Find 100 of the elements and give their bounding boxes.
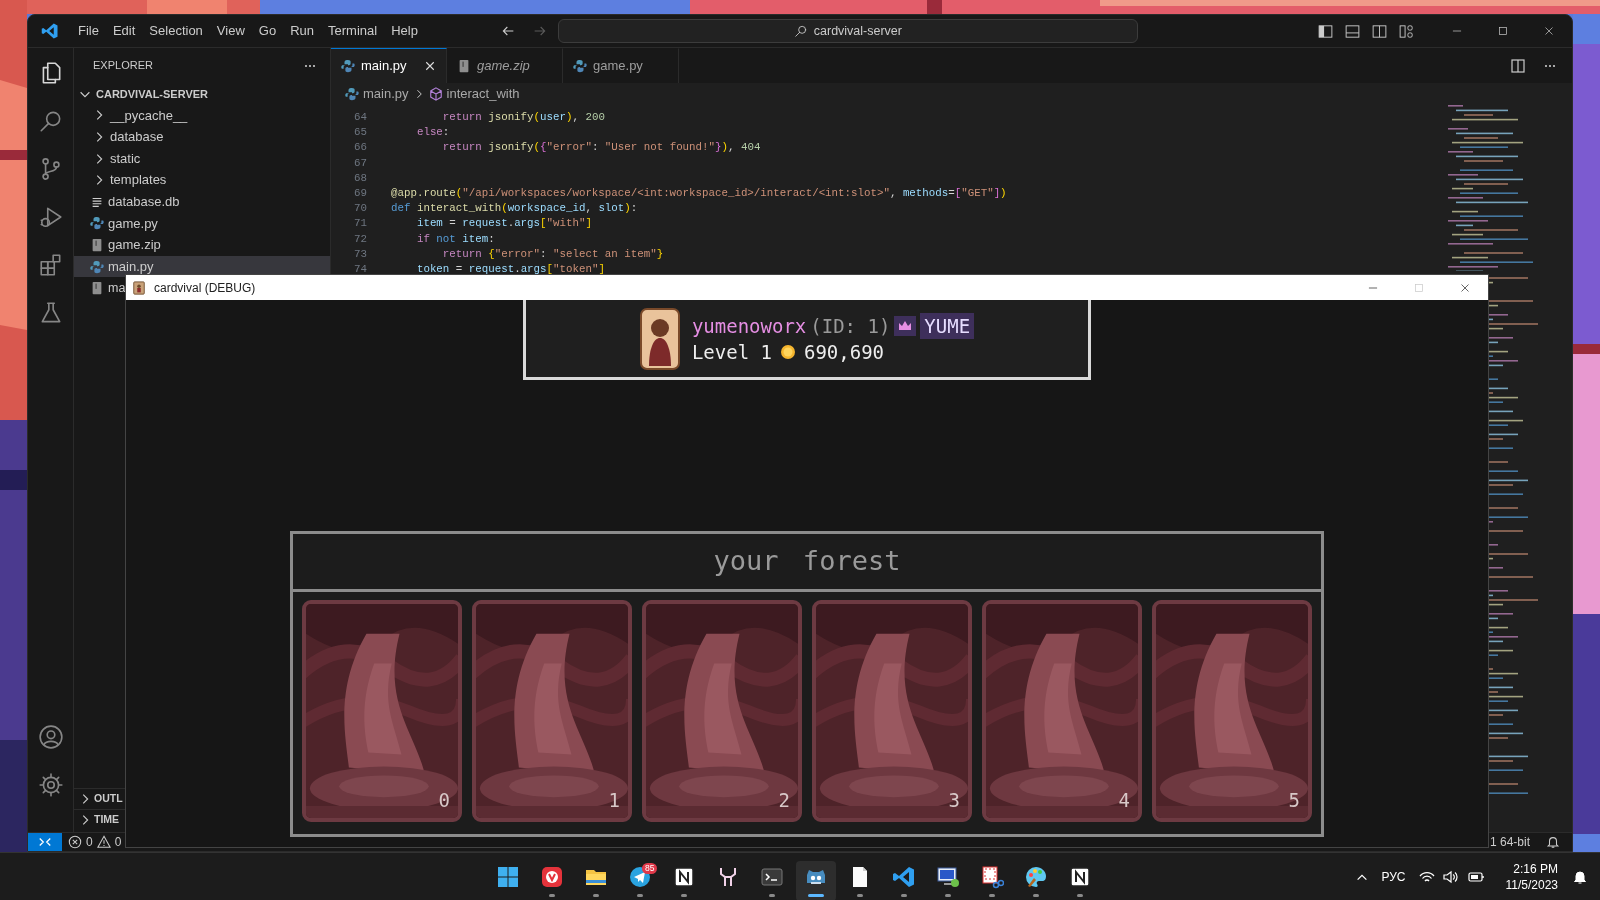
panel-right-icon[interactable]	[1371, 22, 1388, 40]
split-icon[interactable]	[1510, 57, 1526, 74]
python-icon	[573, 59, 587, 73]
slot-number: 0	[438, 787, 450, 813]
account-icon[interactable]	[37, 724, 64, 750]
tab-label[interactable]: game.py	[593, 56, 668, 76]
avatar	[639, 307, 680, 370]
menu-item[interactable]: Selection	[142, 19, 210, 43]
card[interactable]: 5	[1152, 600, 1312, 822]
file-name[interactable]: ma	[108, 278, 126, 298]
file-name[interactable]: static	[110, 148, 141, 169]
line-number: 66	[353, 140, 367, 156]
close-icon[interactable]	[424, 60, 436, 72]
settings-icon[interactable]	[37, 772, 64, 798]
code-line: if not item:	[415, 231, 495, 247]
file-icon	[90, 237, 104, 252]
input-language[interactable]: РУС	[1381, 867, 1406, 886]
slot-number: 4	[1118, 787, 1130, 813]
remote-button[interactable]	[28, 832, 62, 851]
maximize-icon[interactable]	[1496, 24, 1510, 38]
cube-icon	[428, 87, 443, 101]
line-number: 73	[353, 246, 367, 262]
tab-label[interactable]: game.zip	[477, 56, 552, 76]
bell-icon[interactable]	[1546, 835, 1560, 849]
code-line: return jsonify(user), 200	[441, 110, 605, 125]
card[interactable]: 4	[982, 600, 1142, 822]
menu-item[interactable]: Terminal	[321, 19, 385, 43]
code-line: return {"error": "select an item"}	[441, 246, 664, 262]
file-name[interactable]: templates	[110, 170, 167, 190]
line-number: 70	[353, 201, 367, 217]
breadcrumb-item[interactable]: main.py	[363, 84, 409, 104]
file-name[interactable]: game.zip	[108, 235, 161, 255]
file-name[interactable]: main.py	[108, 256, 154, 277]
python-icon	[90, 216, 104, 231]
player-tag: YUME	[920, 312, 975, 339]
menu-item[interactable]: View	[209, 19, 252, 43]
section-header[interactable]: TIME	[94, 812, 120, 828]
monitor-icon	[936, 865, 960, 889]
card[interactable]: 2	[642, 600, 802, 822]
slot-number: 1	[608, 787, 620, 813]
file-name[interactable]: __pycache__	[110, 105, 188, 126]
line-number: 64	[353, 110, 367, 125]
taskbar-button[interactable]: 85	[620, 861, 660, 900]
editor-tab[interactable]: game.py	[563, 48, 679, 83]
card[interactable]: 3	[812, 600, 972, 822]
folder-name[interactable]: CARDVIVAL-SERVER	[96, 85, 209, 103]
line-number: 72	[353, 231, 367, 247]
error-icon	[68, 835, 82, 849]
menu-item[interactable]: File	[71, 19, 106, 43]
tab-label[interactable]: main.py	[361, 56, 418, 76]
editor-tab[interactable]: game.zip	[447, 48, 563, 83]
palette-icon	[1024, 865, 1048, 889]
line-number: 71	[353, 216, 367, 232]
editor-tab[interactable]: main.py	[331, 48, 447, 83]
python-icon	[90, 259, 104, 274]
player-id: (ID: 1)	[810, 313, 891, 339]
menu-item[interactable]: Help	[384, 19, 425, 43]
breadcrumb-item[interactable]: interact_with	[446, 84, 520, 104]
coin-icon	[779, 343, 796, 360]
clock-date[interactable]: 11/5/2023	[1505, 876, 1558, 893]
panel-left-icon[interactable]	[1317, 22, 1334, 40]
error-count[interactable]: 0	[86, 833, 93, 851]
code-line: token = request.args["token"]	[415, 261, 605, 277]
start-icon	[496, 865, 520, 889]
menu-item[interactable]: Run	[283, 19, 321, 43]
paper-plane-icon	[628, 865, 652, 889]
file-icon	[457, 59, 471, 73]
slot-number: 5	[1288, 787, 1300, 813]
slot-number: 2	[778, 787, 790, 813]
card[interactable]: 0	[302, 600, 462, 822]
browser-icon	[540, 865, 564, 889]
clock-time[interactable]: 2:16 PM	[1505, 860, 1558, 877]
layout-icon[interactable]	[1398, 22, 1415, 40]
command-center[interactable]: cardvival-server	[557, 19, 1138, 43]
menu-item[interactable]: Edit	[105, 19, 143, 43]
code-line: item = request.args["with"]	[415, 216, 592, 232]
line-number: 68	[353, 170, 367, 186]
file-name[interactable]: database	[110, 127, 164, 147]
notes-icon	[672, 865, 696, 889]
code-line: else:	[415, 125, 450, 141]
file-name[interactable]: database.db	[108, 192, 180, 212]
line-number: 67	[353, 155, 367, 171]
section-header[interactable]: OUTL	[94, 791, 123, 807]
bell-icon[interactable]	[1572, 868, 1588, 885]
file-name[interactable]: game.py	[108, 213, 158, 234]
panel-bottom-icon[interactable]	[1344, 22, 1361, 40]
terminal-icon	[760, 865, 784, 889]
remote-icon	[38, 835, 52, 849]
player-level: Level 1	[691, 339, 772, 365]
interpreter-version[interactable]: 1 64-bit	[1489, 833, 1530, 851]
taskbar-button[interactable]	[796, 861, 836, 900]
code-line: @app.route("/api/workspaces/workspace/<int:workspace_id>/interact/<int:slot>", methods=["GET"])	[391, 185, 1007, 201]
logo-icon	[41, 22, 59, 40]
menu-item[interactable]: Go	[251, 19, 284, 43]
notification-badge: 85	[642, 863, 658, 874]
card[interactable]: 1	[472, 600, 632, 822]
warning-count[interactable]: 0	[114, 833, 122, 851]
code-icon	[892, 865, 916, 889]
notes-icon	[1068, 865, 1092, 889]
code-line: return jsonify({"error": "User not found!"}), 404	[441, 140, 761, 156]
